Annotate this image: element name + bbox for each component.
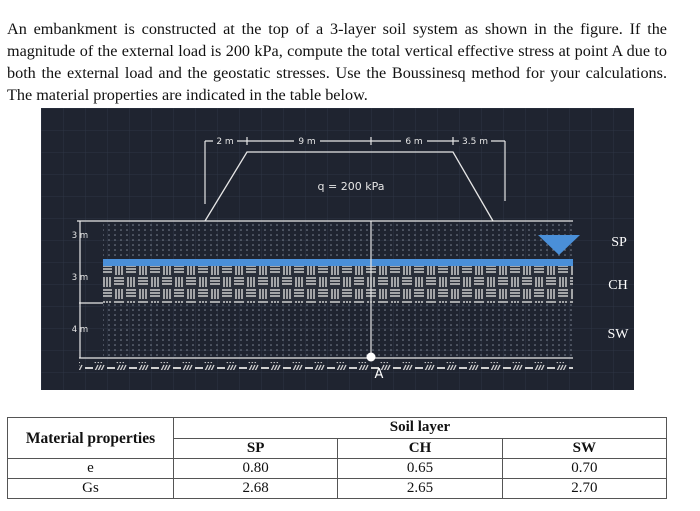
point-a-marker xyxy=(366,352,376,362)
layer-sw xyxy=(103,303,573,358)
problem-statement: An embankment is constructed at the top … xyxy=(7,20,667,105)
material-properties-table: Material properties Soil layer SP CH SW … xyxy=(7,417,668,499)
table-cell: 0.65 xyxy=(337,458,503,479)
layer-sp xyxy=(103,223,573,259)
thickness-sw: 4 m xyxy=(72,325,88,335)
embankment-figure: 2 m 9 m 6 m 3.5 m q = 200 kPa 3 m 3 m 4 … xyxy=(41,108,634,390)
column-header: SP xyxy=(172,437,339,459)
group-header: Soil layer xyxy=(173,417,667,439)
dim-3-5m: 3.5 m xyxy=(462,137,488,147)
row-label: e xyxy=(7,458,174,479)
table-cell: 2.70 xyxy=(501,478,668,499)
layer-name-sp: SP xyxy=(611,235,627,250)
thickness-ch: 3 m xyxy=(72,273,88,283)
water-table-line xyxy=(103,259,573,266)
column-header: SW xyxy=(501,437,668,459)
table-row: e 0.80 0.65 0.70 xyxy=(7,458,668,479)
row-label: Gs xyxy=(7,478,174,499)
dim-6m: 6 m xyxy=(405,137,422,147)
row-header-label: Material properties xyxy=(7,417,174,459)
table-cell: 0.70 xyxy=(501,458,668,479)
table-cell: 0.80 xyxy=(172,458,339,479)
table-row: Gs 2.68 2.65 2.70 xyxy=(7,478,668,499)
load-label: q = 200 kPa xyxy=(318,180,385,193)
point-a-label: A xyxy=(375,367,384,382)
dim-9m: 9 m xyxy=(298,137,315,147)
thickness-sp: 3 m xyxy=(72,231,88,241)
layer-name-sw: SW xyxy=(608,327,630,342)
table-cell: 2.68 xyxy=(172,478,339,499)
column-header: CH xyxy=(337,437,503,459)
table-cell: 2.65 xyxy=(337,478,503,499)
dim-2m: 2 m xyxy=(216,137,233,147)
layer-ch xyxy=(103,266,573,303)
layer-name-ch: CH xyxy=(608,278,627,293)
bedrock-hatch xyxy=(79,362,573,370)
